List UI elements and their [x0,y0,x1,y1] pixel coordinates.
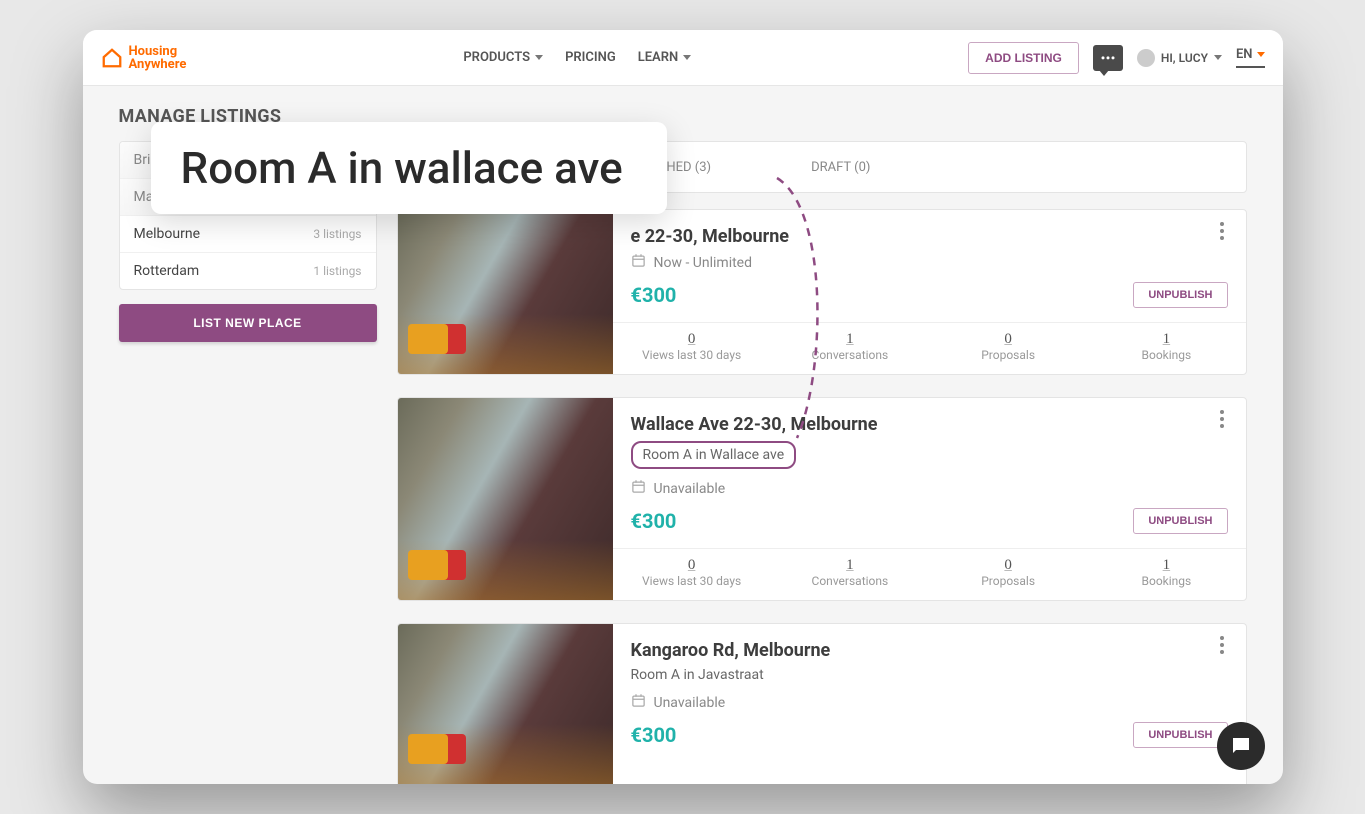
caret-down-icon [1257,52,1265,57]
calendar-icon [631,253,646,272]
stat-conv-label: Conversations [771,348,929,362]
nav-pricing[interactable]: PRICING [565,50,616,65]
calendar-icon [631,479,646,498]
city-count: 3 listings [313,227,361,241]
nav-products[interactable]: PRODUCTS [463,50,543,65]
listing-stats: 0Views last 30 days 1Conversations 0Prop… [613,548,1246,600]
listing-title[interactable]: Wallace Ave 22-30, Melbourne [631,414,1228,435]
callout-tooltip: Room A in wallace ave [151,122,667,214]
nav-learn[interactable]: LEARN [638,50,692,65]
city-count: 1 listings [313,264,361,278]
app-header: Housing Anywhere PRODUCTS PRICING LEARN … [83,30,1283,86]
availability-row: Now - Unlimited [631,253,1228,272]
availability-text: Now - Unlimited [654,255,753,271]
availability-text: Unavailable [654,481,726,497]
stat-prop-value: 0 [929,331,1087,348]
listing-price: €300 [631,723,677,747]
stat-book-value: 1 [1087,331,1245,348]
chevron-down-icon [1214,55,1222,60]
stat-conv-value: 1 [771,557,929,574]
brand-line1: Housing [129,45,187,58]
unpublish-button[interactable]: UNPUBLISH [1133,508,1227,534]
tab-draft[interactable]: DRAFT (0) [811,160,870,175]
availability-text: Unavailable [654,695,726,711]
listing-thumbnail[interactable] [398,210,613,374]
list-new-place-button[interactable]: LIST NEW PLACE [119,304,377,342]
stat-prop-label: Proposals [929,574,1087,588]
listing-price: €300 [631,509,677,533]
lang-label: EN [1236,47,1253,62]
stat-views-label: Views last 30 days [613,574,771,588]
calendar-icon [631,693,646,712]
stat-prop-value: 0 [929,557,1087,574]
city-name: Rotterdam [134,263,200,279]
messages-icon[interactable] [1093,45,1123,71]
city-name: Melbourne [134,226,201,242]
language-selector[interactable]: EN [1236,47,1265,68]
listing-stats: 0Views last 30 days 1Conversations 0Prop… [613,322,1246,374]
listing-price: €300 [631,283,677,307]
user-menu[interactable]: HI, LUCY [1137,49,1222,67]
stat-conv-value: 1 [771,331,929,348]
listing-subtitle: Room A in Wallace ave [631,441,797,469]
chevron-down-icon [535,55,543,60]
main-column: PUBLISHED UNPUBLISHED (3) DRAFT (0) e 22… [397,141,1247,784]
availability-row: Unavailable [631,693,1228,712]
listing-title[interactable]: e 22-30, Melbourne [631,226,1228,247]
unpublish-button[interactable]: UNPUBLISH [1133,282,1227,308]
listing-title[interactable]: Kangaroo Rd, Melbourne [631,640,1228,661]
stat-book-value: 1 [1087,557,1245,574]
unpublish-button[interactable]: UNPUBLISH [1133,722,1227,748]
brand-line2: Anywhere [129,58,187,71]
avatar-icon [1137,49,1155,67]
stat-views-value: 0 [613,331,771,348]
city-row-rotterdam[interactable]: Rotterdam 1 listings [120,252,376,289]
nav-center: PRODUCTS PRICING LEARN [463,50,691,65]
more-options-icon[interactable] [1212,410,1232,428]
more-options-icon[interactable] [1212,636,1232,654]
city-row-melbourne[interactable]: Melbourne 3 listings [120,215,376,252]
availability-row: Unavailable [631,479,1228,498]
stat-prop-label: Proposals [929,348,1087,362]
stat-book-label: Bookings [1087,574,1245,588]
chevron-down-icon [683,55,691,60]
listing-card: e 22-30, Melbourne Now - Unlimited €300 … [397,209,1247,375]
stat-views-value: 0 [613,557,771,574]
add-listing-button[interactable]: ADD LISTING [968,42,1079,74]
listing-thumbnail[interactable] [398,624,613,784]
stat-views-label: Views last 30 days [613,348,771,362]
listing-card: Kangaroo Rd, Melbourne Room A in Javastr… [397,623,1247,784]
stat-conv-label: Conversations [771,574,929,588]
more-options-icon[interactable] [1212,222,1232,240]
header-right: ADD LISTING HI, LUCY EN [968,42,1264,74]
listing-thumbnail[interactable] [398,398,613,600]
chat-launcher-icon[interactable] [1217,722,1265,770]
brand-logo[interactable]: Housing Anywhere [101,45,187,71]
listing-subtitle: Room A in Javastraat [631,667,1228,683]
greeting-label: HI, LUCY [1161,51,1208,65]
listing-card: Wallace Ave 22-30, Melbourne Room A in W… [397,397,1247,601]
stat-book-label: Bookings [1087,348,1245,362]
